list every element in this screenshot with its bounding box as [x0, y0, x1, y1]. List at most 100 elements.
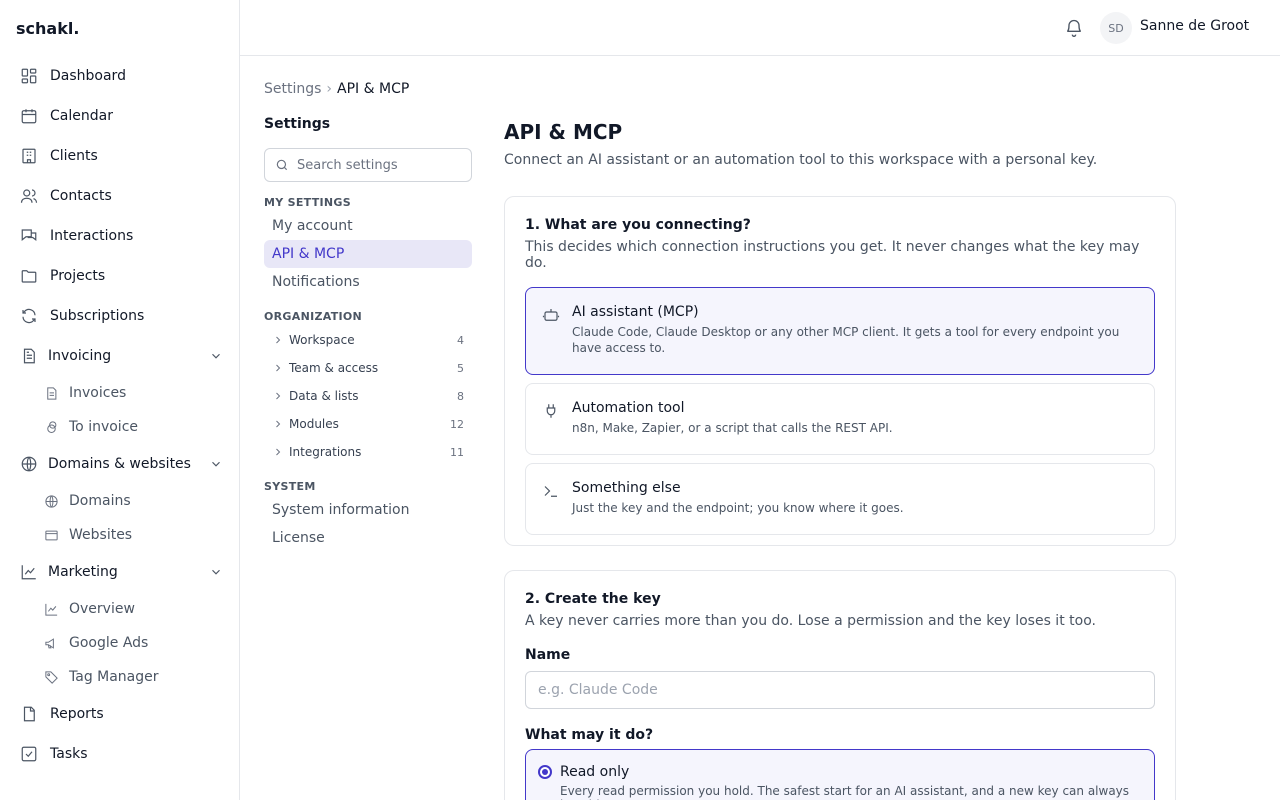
sidebar-subitem-invoices[interactable]: Invoices [0, 376, 239, 410]
settings-link-my-account[interactable]: My account [264, 212, 472, 240]
settings-group-workspace[interactable]: Workspace 4 [264, 326, 472, 354]
chevron-right-icon [272, 390, 284, 402]
robot-icon [542, 306, 560, 324]
option-ai-assistant[interactable]: AI assistant (MCP) Claude Code, Claude D… [525, 287, 1155, 375]
sidebar-subitem-label: Invoices [69, 385, 127, 401]
user-name[interactable]: Sanne de Groot [1140, 18, 1249, 34]
chevron-down-icon[interactable] [209, 349, 223, 363]
option-something-else[interactable]: Something else Just the key and the endp… [525, 463, 1155, 535]
chevron-down-icon[interactable] [209, 565, 223, 579]
sidebar-subitem-tag-manager[interactable]: Tag Manager [0, 660, 239, 694]
sidebar-item-projects[interactable]: Projects [0, 256, 239, 296]
main-header: API & MCP Connect an AI assistant or an … [504, 120, 1176, 168]
sidebar-subitem-label: Domains [69, 493, 131, 509]
sidebar-item-label: Reports [50, 706, 104, 722]
sidebar-item-label: Contacts [50, 188, 112, 204]
projects-icon [20, 267, 38, 285]
settings-search[interactable] [264, 148, 472, 182]
settings-group-modules[interactable]: Modules 12 [264, 410, 472, 438]
option-automation-tool[interactable]: Automation tool n8n, Make, Zapier, or a … [525, 383, 1155, 455]
settings-link-system-information[interactable]: System information [264, 496, 472, 524]
contacts-icon [20, 187, 38, 205]
sidebar-item-dashboard[interactable]: Dashboard [0, 56, 239, 96]
scope-option-title: Read only [560, 764, 630, 780]
sidebar-item-interactions[interactable]: Interactions [0, 216, 239, 256]
sidebar-item-marketing[interactable]: Marketing [0, 552, 239, 592]
scope-option-description: Every read permission you hold. The safe… [560, 784, 1130, 800]
megaphone-icon [44, 636, 59, 651]
sidebar-item-clients[interactable]: Clients [0, 136, 239, 176]
sidebar-item-domains-websites[interactable]: Domains & websites [0, 444, 239, 484]
sidebar-item-label: Interactions [50, 228, 134, 244]
sidebar-item-label: Clients [50, 148, 98, 164]
read-only-radio[interactable] [538, 765, 552, 779]
sidebar-subitem-google-ads[interactable]: Google Ads [0, 626, 239, 660]
sidebar-item-label: Marketing [48, 564, 118, 580]
sidebar-subitem-label: To invoice [69, 419, 139, 435]
sidebar-item-tasks[interactable]: Tasks [0, 734, 239, 774]
sidebar-subitem-domains[interactable]: Domains [0, 484, 239, 518]
invoicing-icon [20, 347, 38, 365]
connect-type-card: 1. What are you connecting? This decides… [504, 196, 1176, 546]
browser-icon [44, 528, 59, 543]
chevron-right-icon [272, 418, 284, 430]
document-icon [44, 386, 59, 401]
settings-group-label: Data & lists [289, 389, 359, 403]
create-key-card: 2. Create the key A key never carries mo… [504, 570, 1176, 800]
scope-option-read-only[interactable]: Read only Every read permission you hold… [525, 749, 1155, 800]
sidebar-item-reports[interactable]: Reports [0, 694, 239, 734]
settings-link-api-mcp[interactable]: API & MCP [264, 240, 472, 268]
step1-title: 1. What are you connecting? [525, 217, 751, 233]
sidebar-subitem-label: Overview [69, 601, 135, 617]
chart-icon [44, 602, 59, 617]
settings-group-label: Team & access [289, 361, 379, 375]
scope-label: What may it do? [525, 727, 654, 743]
settings-group-count: 4 [457, 333, 464, 347]
settings-search-input[interactable] [297, 157, 457, 173]
option-description: n8n, Make, Zapier, or a script that call… [572, 421, 893, 435]
calendar-icon [20, 107, 38, 125]
settings-link-license[interactable]: License [264, 524, 472, 552]
search-icon [275, 158, 289, 172]
sidebar-item-invoicing[interactable]: Invoicing [0, 336, 239, 376]
sidebar-item-calendar[interactable]: Calendar [0, 96, 239, 136]
sidebar-subitem-overview[interactable]: Overview [0, 592, 239, 626]
settings-group-team-access[interactable]: Team & access 5 [264, 354, 472, 382]
reports-icon [20, 705, 38, 723]
option-title: Something else [572, 480, 681, 496]
breadcrumb-current: API & MCP [337, 81, 410, 97]
app-logo[interactable]: schakl. [0, 0, 239, 56]
step2-title: 2. Create the key [525, 591, 661, 607]
settings-group-count: 12 [450, 417, 464, 431]
breadcrumb-parent[interactable]: Settings [264, 81, 321, 97]
settings-group-data-lists[interactable]: Data & lists 8 [264, 382, 472, 410]
sidebar-item-contacts[interactable]: Contacts [0, 176, 239, 216]
chevron-down-icon[interactable] [209, 457, 223, 471]
avatar[interactable]: SD [1100, 12, 1132, 44]
settings-group-count: 8 [457, 389, 464, 403]
step1-subtitle: This decides which connection instructio… [525, 239, 1140, 271]
settings-link-notifications[interactable]: Notifications [264, 268, 472, 296]
settings-group-label: Modules [289, 417, 339, 431]
name-label: Name [525, 647, 571, 663]
option-description: Just the key and the endpoint; you know … [572, 501, 904, 515]
clients-icon [20, 147, 38, 165]
bell-icon[interactable] [1064, 18, 1084, 38]
sidebar-item-label: Dashboard [50, 68, 126, 84]
settings-group-count: 5 [457, 361, 464, 375]
sidebar-item-subscriptions[interactable]: Subscriptions [0, 296, 239, 336]
globe-icon [20, 455, 38, 473]
key-name-input[interactable] [525, 671, 1155, 709]
settings-group-count: 11 [450, 445, 464, 459]
sidebar-subitem-to-invoice[interactable]: To invoice [0, 410, 239, 444]
chart-icon [20, 563, 38, 581]
dashboard-icon [20, 67, 38, 85]
sidebar-subitem-websites[interactable]: Websites [0, 518, 239, 552]
interactions-icon [20, 227, 38, 245]
sidebar-item-label: Tasks [50, 746, 88, 762]
globe-icon [44, 494, 59, 509]
settings-nav-title: Settings [264, 116, 331, 132]
topbar: SD Sanne de Groot [240, 0, 1280, 56]
settings-group-integrations[interactable]: Integrations 11 [264, 438, 472, 466]
settings-group-label: Workspace [289, 333, 355, 347]
